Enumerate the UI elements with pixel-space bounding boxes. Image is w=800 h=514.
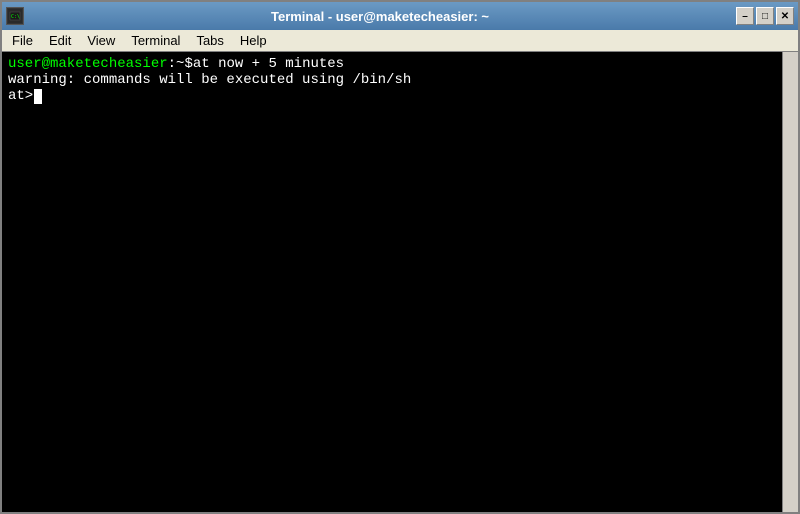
separator-label: :~ — [168, 56, 185, 72]
window-controls: – □ ✕ — [736, 7, 794, 25]
minimize-button[interactable]: – — [736, 7, 754, 25]
scrollbar[interactable] — [782, 52, 798, 512]
command-text: at now + 5 minutes — [193, 56, 344, 72]
at-prompt-text: at> — [8, 88, 33, 104]
command-line: user@maketecheasier :~ $ at now + 5 minu… — [8, 56, 776, 72]
window-icon: C:\ — [6, 7, 24, 25]
svg-text:C:\: C:\ — [11, 14, 20, 20]
window-title: Terminal - user@maketecheasier: ~ — [24, 9, 736, 24]
menu-help[interactable]: Help — [232, 31, 275, 50]
menu-bar: File Edit View Terminal Tabs Help — [2, 30, 798, 52]
terminal-body[interactable]: user@maketecheasier :~ $ at now + 5 minu… — [2, 52, 782, 512]
maximize-button[interactable]: □ — [756, 7, 774, 25]
warning-line: warning: commands will be executed using… — [8, 72, 776, 88]
user-host-label: user@maketecheasier — [8, 56, 168, 72]
at-prompt-line: at> — [8, 88, 776, 104]
close-button[interactable]: ✕ — [776, 7, 794, 25]
menu-file[interactable]: File — [4, 31, 41, 50]
terminal-window: C:\ Terminal - user@maketecheasier: ~ – … — [0, 0, 800, 514]
prompt-dollar: $ — [184, 56, 192, 72]
title-bar: C:\ Terminal - user@maketecheasier: ~ – … — [2, 2, 798, 30]
menu-terminal[interactable]: Terminal — [123, 31, 188, 50]
menu-edit[interactable]: Edit — [41, 31, 79, 50]
terminal-cursor — [34, 89, 42, 104]
menu-tabs[interactable]: Tabs — [188, 31, 231, 50]
terminal-icon: C:\ — [8, 9, 22, 23]
menu-view[interactable]: View — [79, 31, 123, 50]
